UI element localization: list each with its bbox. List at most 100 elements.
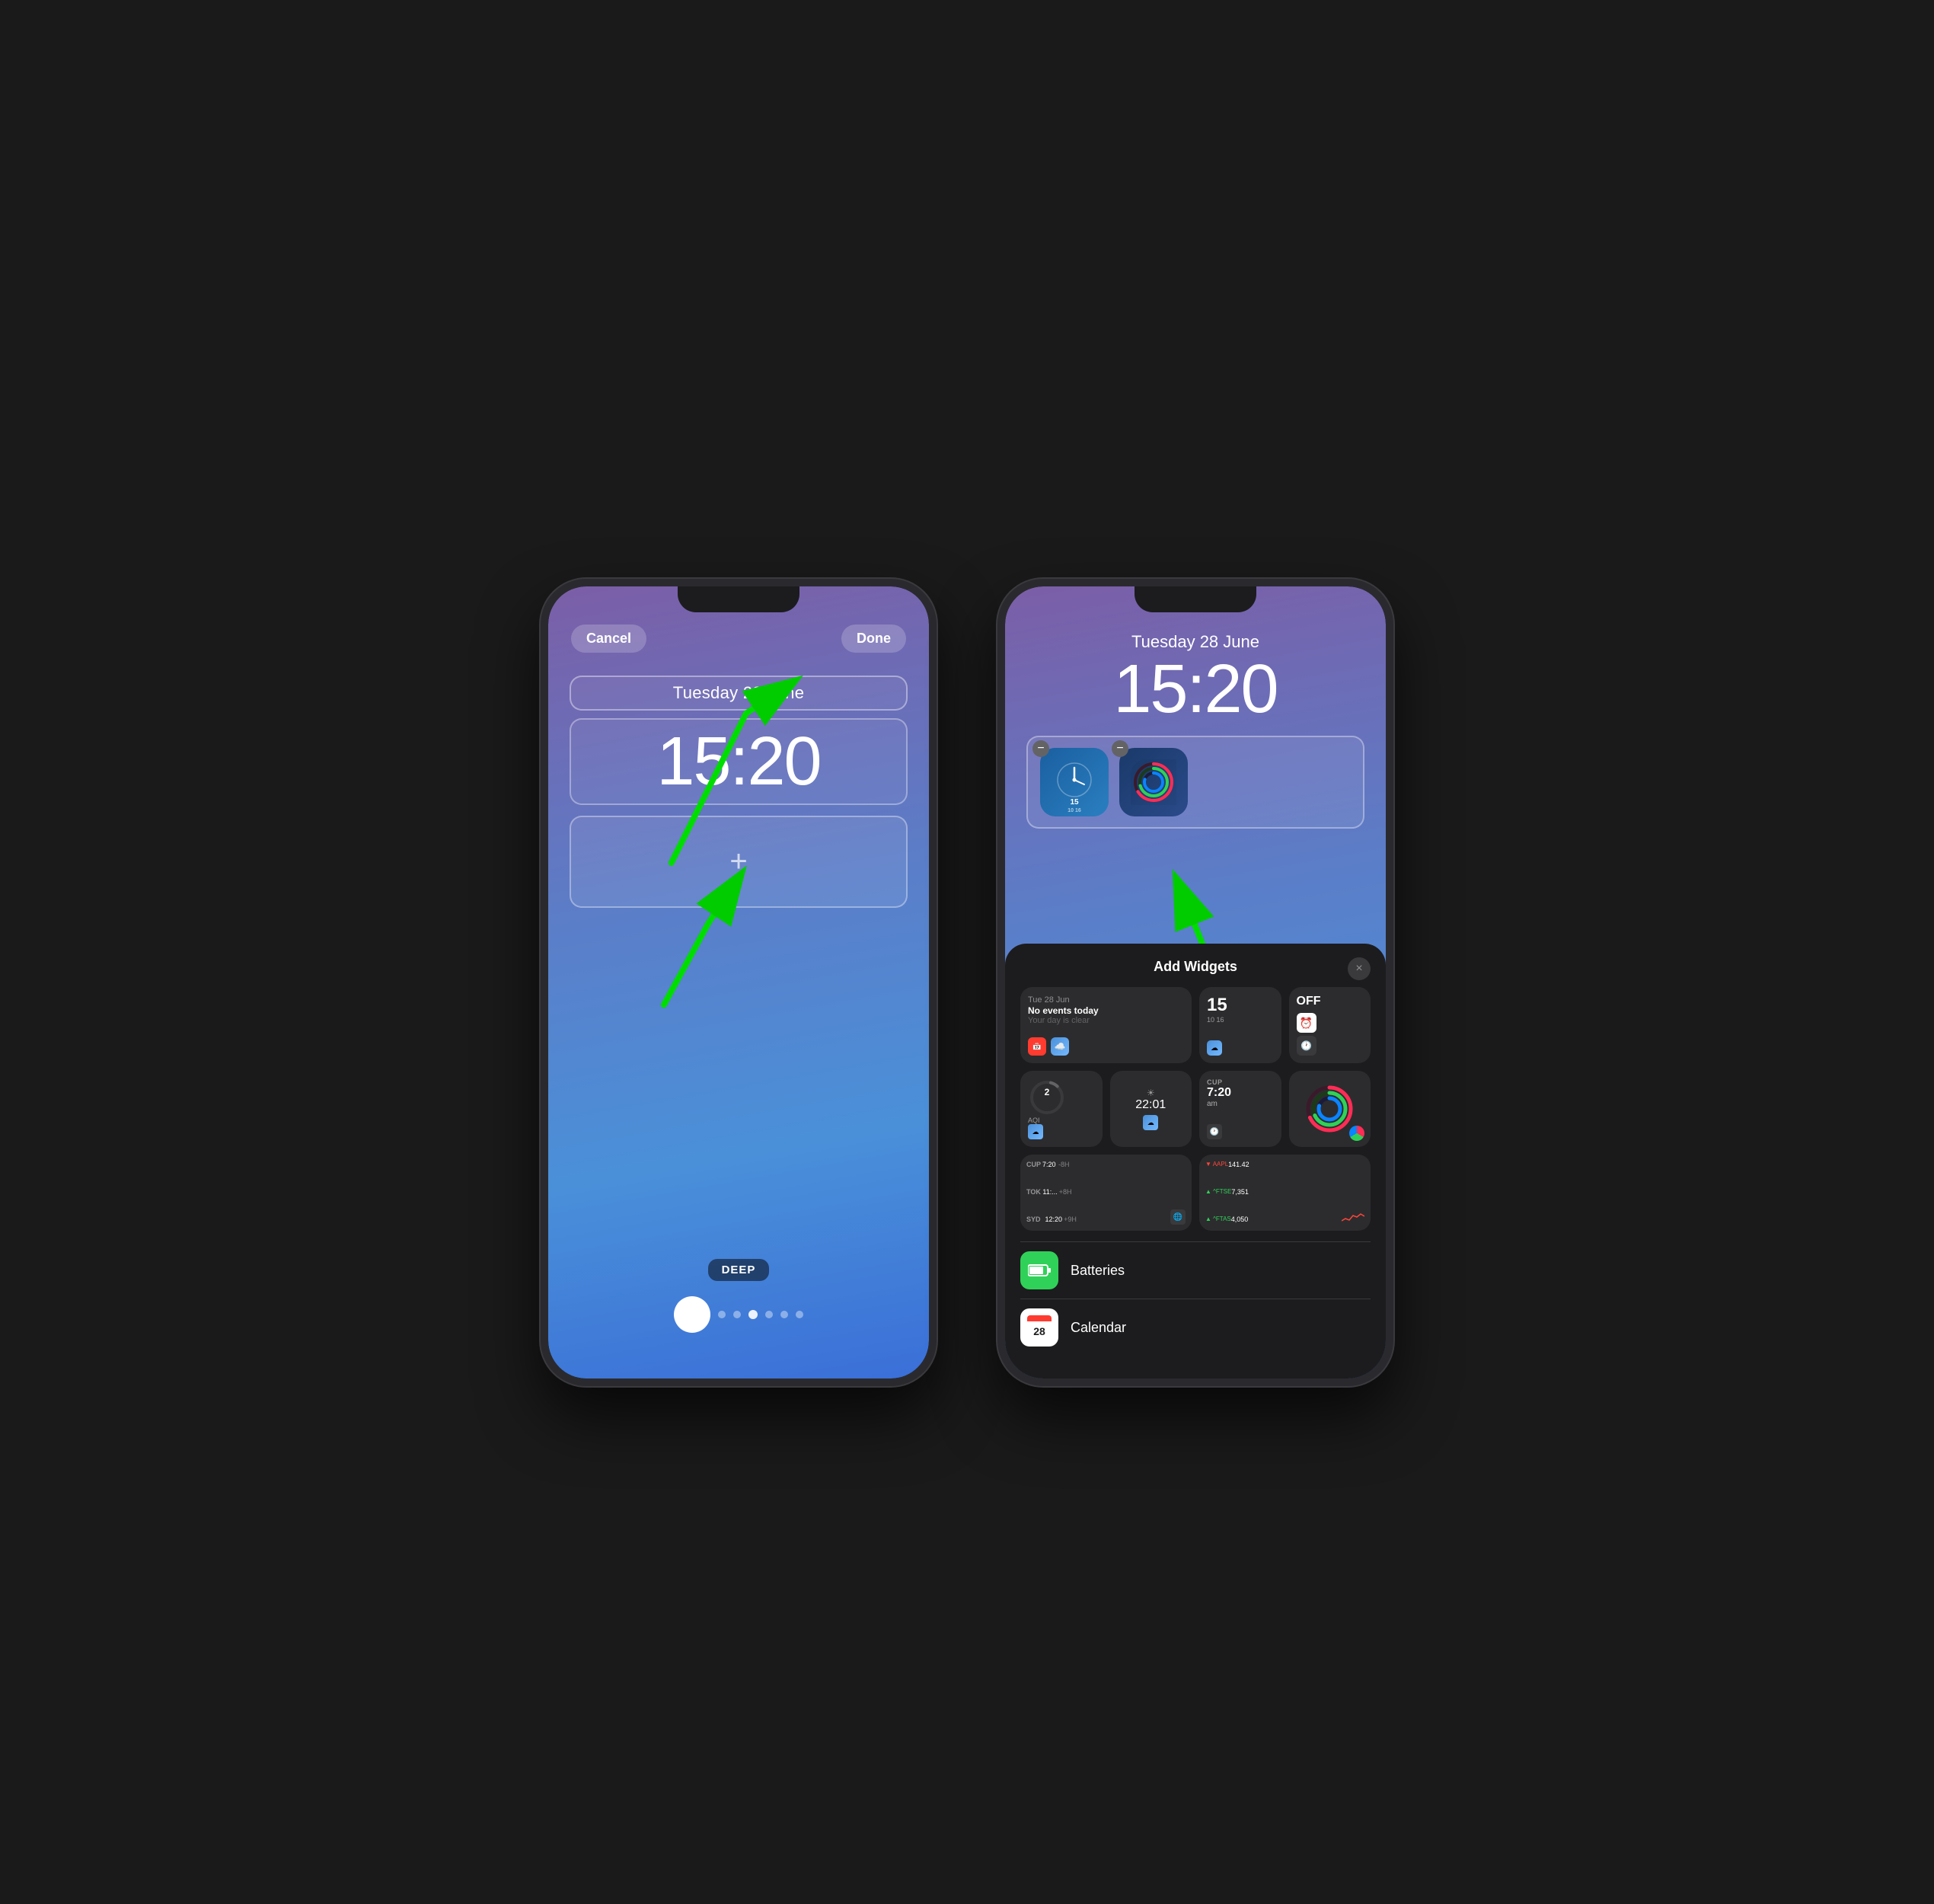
notch (678, 586, 799, 612)
wc-offset-3: +9H (1064, 1216, 1081, 1223)
panel-close-button[interactable]: × (1348, 957, 1371, 980)
time-text: 15:20 (583, 727, 894, 796)
calendar-icon-svg: 28 (1027, 1315, 1052, 1340)
svg-text:15: 15 (1070, 798, 1079, 807)
wc-offset-1: -8H (1058, 1161, 1073, 1168)
battery-icon (1028, 1263, 1051, 1277)
weather-sm-icon: ☁ (1207, 1040, 1222, 1056)
stock-dir-aapl: ▼ AAPL (1205, 1161, 1228, 1168)
widgets-grid: Tue 28 Jun No events today Your day is c… (1020, 987, 1371, 1063)
cup-widget-cell[interactable]: CUP 7:20 am 🕐 (1199, 1071, 1281, 1147)
widgets-row: − (1026, 736, 1364, 829)
world-clock-icon: 🕐 (1297, 1036, 1316, 1056)
phone-2: Tuesday 28 June 15:20 − (997, 579, 1393, 1386)
svg-text:28: 28 (1033, 1325, 1045, 1337)
activity-widget[interactable] (1119, 748, 1188, 816)
worldclock-icon: 🌐 (1170, 1209, 1186, 1225)
phone1-background: Cancel Done Tuesday 28 June 15:20 + (548, 586, 929, 1378)
dot-4 (780, 1311, 788, 1318)
cal-icons: 📅 ☁️ (1028, 1037, 1069, 1056)
clock-sm-widget-cell[interactable]: 15 10 16 ☁ (1199, 987, 1281, 1063)
cup-label: CUP (1207, 1078, 1231, 1086)
aqi-circle-svg: 2 (1028, 1078, 1066, 1117)
off-icons: ⏰ 🕐 (1297, 1013, 1316, 1056)
remove-widget-2[interactable]: − (1112, 740, 1128, 757)
stock-row-1: ▼ AAPL 141.42 (1205, 1161, 1249, 1168)
time-22-text: 22:01 (1135, 1098, 1166, 1112)
off-text: OFF (1297, 995, 1321, 1008)
time-22-sun-icon: ☀ (1147, 1088, 1155, 1098)
phone2-lock-content: Tuesday 28 June 15:20 − (1005, 586, 1386, 829)
svg-text:10 16: 10 16 (1068, 808, 1081, 813)
wc-time-3: 12:20 (1045, 1216, 1063, 1223)
alarm-icon: ⏰ (1297, 1013, 1316, 1033)
phone2-date: Tuesday 28 June (1026, 632, 1364, 652)
time-22-widget-cell[interactable]: ☀ 22:01 ☁ (1110, 1071, 1192, 1147)
dot-1 (718, 1311, 726, 1318)
wc-time-2: 11:... (1042, 1188, 1057, 1196)
dot-5 (796, 1311, 803, 1318)
add-widgets-panel: Add Widgets × Tue 28 Jun No events today… (1005, 944, 1386, 1378)
clock-sm-number: 15 (1207, 995, 1227, 1016)
notch-2 (1135, 586, 1256, 612)
stock-dir-ftas: ▲ ^FTAS (1205, 1216, 1231, 1223)
stocks-widget-cell[interactable]: ▼ AAPL 141.42 ▲ ^FTSE 7,351 ▲ ^FTAS 4,05… (1199, 1155, 1371, 1231)
calendar-icon-sm: 📅 (1028, 1037, 1046, 1056)
batteries-app-icon (1020, 1251, 1058, 1289)
clock-widget-svg: 15 10 16 (1040, 748, 1109, 816)
time22-weather-icon: ☁ (1143, 1115, 1158, 1130)
off-widget-cell[interactable]: OFF ⏰ 🕐 (1289, 987, 1371, 1063)
cup-ampm: am (1207, 1100, 1231, 1108)
stock-row-2: ▲ ^FTSE 7,351 (1205, 1188, 1249, 1196)
aqi-label: AQI (1028, 1117, 1040, 1124)
worldclock-widget-cell[interactable]: CUP 7:20 -8H TOK 11:... +8H SYD (1020, 1155, 1192, 1231)
wc-city-3: SYD (1026, 1216, 1044, 1223)
phone-1: Cancel Done Tuesday 28 June 15:20 + (541, 579, 937, 1386)
phones-container: Cancel Done Tuesday 28 June 15:20 + (541, 518, 1393, 1386)
stock-val-ftas: 4,050 (1231, 1216, 1249, 1223)
sparkline-svg (1342, 1209, 1364, 1225)
date-text: Tuesday 28 June (673, 683, 804, 702)
stock-val-ftse: 7,351 (1231, 1188, 1249, 1196)
weather-icon-sm: ☁️ (1051, 1037, 1069, 1056)
dots-row (674, 1296, 803, 1333)
dot-selected (748, 1310, 758, 1319)
cal-clear: Your day is clear (1028, 1016, 1099, 1025)
widgets-grid-2: 2 AQI ☁ ☀ 22:01 ☁ (1020, 1071, 1371, 1147)
aqi-widget-cell[interactable]: 2 AQI ☁ (1020, 1071, 1103, 1147)
svg-text:2: 2 (1045, 1087, 1050, 1097)
lock-content: Tuesday 28 June 15:20 + (548, 660, 929, 908)
widget-clock-item: − (1040, 748, 1109, 816)
wc-city-2: TOK (1026, 1188, 1041, 1196)
calendar-app-name: Calendar (1071, 1320, 1126, 1336)
calendar-app-row[interactable]: 28 Calendar (1020, 1299, 1371, 1356)
remove-widget-1[interactable]: − (1032, 740, 1049, 757)
stock-dir-ftse: ▲ ^FTSE (1205, 1188, 1231, 1196)
cancel-button[interactable]: Cancel (571, 625, 646, 653)
wc-time-1: 7:20 (1042, 1161, 1057, 1168)
stock-row-3: ▲ ^FTAS 4,050 (1205, 1216, 1248, 1223)
cup-clock-icon: 🕐 (1207, 1124, 1222, 1139)
time-widget[interactable]: 15:20 (570, 718, 908, 805)
aqi-weather-icon: ☁ (1028, 1124, 1043, 1139)
wc-row-2: TOK 11:... +8H (1026, 1188, 1074, 1196)
bottom-bar: DEEP (548, 1259, 929, 1333)
add-widget-button[interactable]: + (570, 816, 908, 908)
dot-active (674, 1296, 710, 1333)
clock-sm-sub: 10 16 (1207, 1016, 1227, 1024)
done-button[interactable]: Done (841, 625, 906, 653)
activity-lg-widget-cell[interactable] (1289, 1071, 1371, 1147)
panel-header: Add Widgets × (1020, 959, 1371, 975)
plus-icon: + (729, 845, 747, 878)
widget-activity-item: − (1119, 748, 1188, 816)
activity-lg-svg (1303, 1082, 1356, 1136)
widgets-grid-3: CUP 7:20 -8H TOK 11:... +8H SYD (1020, 1155, 1371, 1231)
clock-widget[interactable]: 15 10 16 (1040, 748, 1109, 816)
dot-3 (765, 1311, 773, 1318)
date-widget[interactable]: Tuesday 28 June (570, 676, 908, 711)
activity-rings-svg (1131, 759, 1176, 805)
calendar-widget-cell[interactable]: Tue 28 Jun No events today Your day is c… (1020, 987, 1192, 1063)
batteries-app-row[interactable]: Batteries (1020, 1241, 1371, 1299)
cup-time: 7:20 (1207, 1086, 1231, 1100)
wc-row-1: CUP 7:20 -8H (1026, 1161, 1073, 1168)
